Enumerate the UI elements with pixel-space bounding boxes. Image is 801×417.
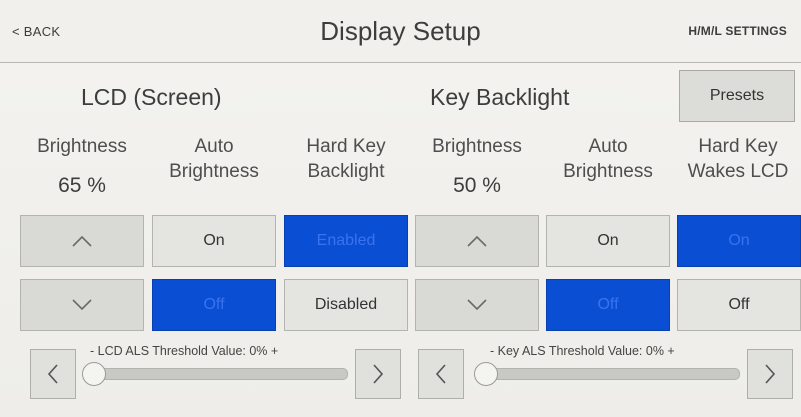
lcd-auto-off-label: Off [203, 296, 225, 313]
key-als-slider-knob[interactable] [474, 362, 498, 386]
key-wakes-lcd-label: Hard Key Wakes LCD [676, 134, 800, 184]
key-als-decrease-button[interactable] [418, 349, 464, 399]
lcd-als-decrease-button[interactable] [30, 349, 76, 399]
lcd-hardkey-enabled-label: Enabled [316, 232, 376, 249]
lcd-hardkey-enabled-button[interactable]: Enabled [284, 215, 408, 267]
lcd-brightness-value: 65 % [58, 174, 106, 197]
lcd-auto-label-line2: Brightness [169, 161, 259, 182]
lcd-als-slider-track[interactable] [84, 368, 348, 380]
chevron-up-icon [467, 235, 487, 247]
lcd-als-threshold-label: - LCD ALS Threshold Value: 0% + [90, 344, 279, 358]
key-brightness-label: Brightness [432, 136, 522, 157]
lcd-brightness-down-button[interactable] [20, 279, 144, 331]
lcd-auto-label-line1: Auto [194, 136, 234, 157]
lcd-hardkey-label-line1: Hard Key [306, 136, 386, 157]
lcd-hardkey-backlight-label: Hard Key Backlight [284, 134, 408, 184]
lcd-section-title: LCD (Screen) [81, 84, 222, 110]
lcd-brightness-up-button[interactable] [20, 215, 144, 267]
key-auto-on-button[interactable]: On [546, 215, 670, 267]
lcd-als-slider-knob[interactable] [82, 362, 106, 386]
page-title: Display Setup [320, 16, 481, 46]
presets-button[interactable]: Presets [679, 70, 795, 122]
key-auto-brightness-label: Auto Brightness [546, 134, 670, 184]
key-auto-off-button[interactable]: Off [546, 279, 670, 331]
lcd-hardkey-disabled-button[interactable]: Disabled [284, 279, 408, 331]
key-brightness-value: 50 % [453, 174, 501, 197]
chevron-down-icon [467, 299, 487, 311]
chevron-down-icon [72, 299, 92, 311]
key-brightness-up-button[interactable] [415, 215, 539, 267]
key-als-threshold-label: - Key ALS Threshold Value: 0% + [490, 344, 675, 358]
lcd-als-increase-button[interactable] [355, 349, 401, 399]
key-backlight-section-title: Key Backlight [430, 84, 570, 110]
key-wakes-on-button[interactable]: On [677, 215, 801, 267]
chevron-left-icon [47, 364, 58, 384]
chevron-left-icon [435, 364, 446, 384]
key-als-increase-button[interactable] [747, 349, 793, 399]
top-bar: < BACK Display Setup H/M/L SETTINGS [0, 0, 801, 63]
chevron-right-icon [765, 364, 776, 384]
lcd-auto-off-button[interactable]: Off [152, 279, 276, 331]
key-wakes-on-label: On [728, 232, 750, 249]
lcd-hardkey-label-line2: Backlight [307, 161, 385, 182]
lcd-brightness-label: Brightness [37, 136, 127, 157]
key-wakes-label-line1: Hard Key [698, 136, 778, 157]
key-auto-label-line1: Auto [588, 136, 628, 157]
key-auto-label-line2: Brightness [563, 161, 653, 182]
key-wakes-label-line2: Wakes LCD [687, 161, 789, 182]
key-brightness-down-button[interactable] [415, 279, 539, 331]
hml-settings-button[interactable]: H/M/L SETTINGS [688, 24, 787, 38]
chevron-right-icon [373, 364, 384, 384]
key-als-slider-track[interactable] [476, 368, 740, 380]
chevron-up-icon [72, 235, 92, 247]
lcd-auto-brightness-label: Auto Brightness [152, 134, 276, 184]
display-setup-screen: < BACK Display Setup H/M/L SETTINGS LCD … [0, 0, 801, 417]
lcd-auto-on-button[interactable]: On [152, 215, 276, 267]
key-auto-off-label: Off [597, 296, 619, 313]
key-wakes-off-button[interactable]: Off [677, 279, 801, 331]
